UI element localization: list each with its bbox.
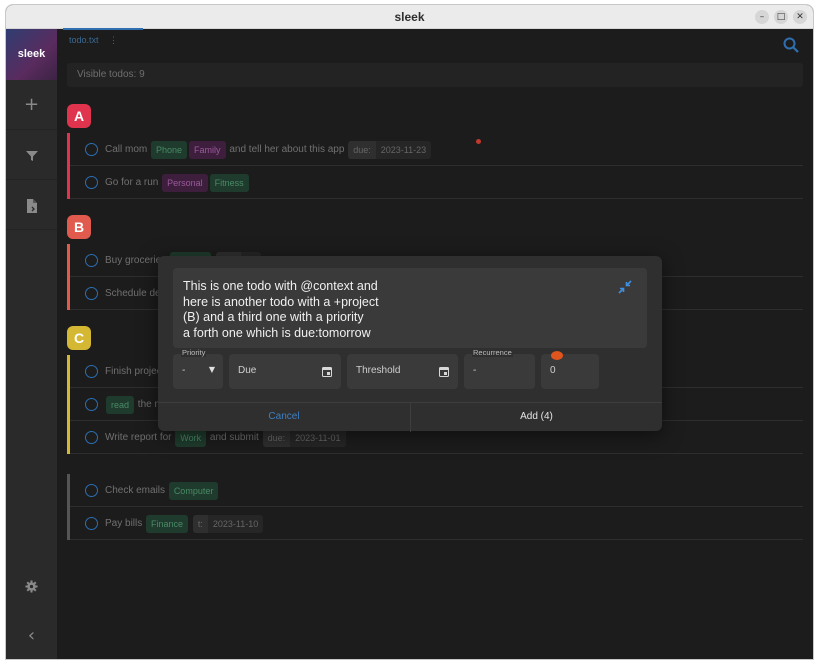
todo-row[interactable]: Call mom Phone Family and tell her about … bbox=[67, 133, 803, 166]
complete-checkbox[interactable] bbox=[85, 287, 98, 300]
due-placeholder: Due bbox=[238, 365, 257, 376]
filter-icon[interactable] bbox=[6, 130, 57, 180]
sidebar: sleek + ‹ bbox=[6, 29, 57, 659]
dialog-footer: Cancel Add (4) bbox=[158, 402, 662, 432]
context-chip[interactable]: Phone bbox=[151, 141, 188, 159]
context-chip[interactable]: Computer bbox=[168, 482, 219, 500]
priority-stripe bbox=[67, 507, 70, 540]
threshold-value-chip[interactable]: 2023-11-10 bbox=[207, 515, 264, 533]
threshold-date-field[interactable]: Threshold bbox=[347, 354, 458, 389]
priority-label: Priority bbox=[181, 348, 207, 357]
add-button[interactable]: Add (4) bbox=[410, 403, 662, 432]
todo-textarea[interactable]: This is one todo with @context and here … bbox=[173, 268, 647, 348]
collapse-icon[interactable] bbox=[617, 279, 633, 295]
todo-content[interactable]: Call mom Phone Family and tell her about … bbox=[105, 141, 432, 159]
threshold-placeholder: Threshold bbox=[356, 365, 401, 376]
maximize-button[interactable]: □ bbox=[774, 10, 788, 24]
priority-badge-a[interactable]: A bbox=[67, 104, 91, 128]
todo-text: Write report for bbox=[105, 432, 172, 443]
title-bar: sleek – □ ✕ bbox=[6, 5, 813, 29]
priority-stripe bbox=[67, 421, 70, 454]
add-todo-dialog: This is one todo with @context and here … bbox=[158, 256, 662, 432]
due-value-chip[interactable]: 2023-11-23 bbox=[375, 141, 432, 159]
file-icon[interactable] bbox=[6, 180, 57, 230]
todo-text: Finish project bbox=[105, 366, 165, 377]
todo-row[interactable]: Check emails Computer bbox=[67, 474, 803, 507]
todo-row[interactable]: Pay bills Finance t: 2023-11-10 bbox=[67, 507, 803, 540]
textarea-line: (B) and a third one with a priority bbox=[183, 310, 364, 324]
complete-checkbox[interactable] bbox=[85, 365, 98, 378]
priority-stripe bbox=[67, 277, 70, 310]
todo-text: Call mom bbox=[105, 144, 148, 155]
complete-checkbox[interactable] bbox=[85, 254, 98, 267]
textarea-line: This is one todo with @context and bbox=[183, 279, 378, 293]
brand-logo[interactable]: sleek bbox=[6, 29, 57, 80]
todo-text-after: and submit bbox=[209, 432, 259, 443]
priority-stripe bbox=[67, 166, 70, 199]
context-chip[interactable]: Fitness bbox=[209, 174, 249, 192]
priority-stripe bbox=[67, 244, 70, 277]
complete-checkbox[interactable] bbox=[85, 176, 98, 189]
todo-row[interactable]: Go for a run Personal Fitness bbox=[67, 166, 803, 199]
cancel-button[interactable]: Cancel bbox=[158, 403, 410, 432]
recurrence-label: Recurrence bbox=[472, 348, 513, 357]
notification-dot bbox=[476, 139, 481, 144]
tomato-icon bbox=[551, 351, 563, 360]
tab-menu-icon[interactable]: ⋮ bbox=[109, 35, 118, 45]
window-title: sleek bbox=[394, 10, 425, 24]
calendar-icon[interactable] bbox=[322, 366, 332, 377]
priority-stripe bbox=[67, 133, 70, 166]
close-button[interactable]: ✕ bbox=[793, 10, 807, 24]
todo-text: Go for a run bbox=[105, 177, 159, 188]
todo-text: Check emails bbox=[105, 485, 166, 496]
todo-content[interactable]: Check emails Computer bbox=[105, 482, 219, 500]
context-chip[interactable]: read bbox=[106, 396, 135, 414]
todo-content[interactable]: Go for a run Personal Fitness bbox=[105, 174, 250, 192]
todo-content[interactable]: Pay bills Finance t: 2023-11-10 bbox=[105, 515, 264, 533]
tab-todo-txt[interactable]: todo.txt ⋮ bbox=[63, 28, 143, 46]
complete-checkbox[interactable] bbox=[85, 143, 98, 156]
priority-stripe bbox=[67, 355, 70, 388]
pomodoro-field[interactable]: 0 bbox=[541, 354, 599, 389]
priority-value: - bbox=[182, 365, 186, 376]
complete-checkbox[interactable] bbox=[85, 517, 98, 530]
chevron-left-icon[interactable]: ‹ bbox=[6, 611, 57, 659]
textarea-line: here is another todo with a +project bbox=[183, 294, 379, 309]
project-chip[interactable]: Personal bbox=[162, 174, 208, 192]
minimize-button[interactable]: – bbox=[755, 10, 769, 24]
recurrence-value: - bbox=[473, 365, 477, 376]
todo-content[interactable]: Finish project bbox=[105, 363, 164, 381]
todo-text: Buy groceries bbox=[105, 255, 167, 266]
todo-text-after: and tell her about this app bbox=[229, 144, 345, 155]
calendar-icon[interactable] bbox=[439, 366, 449, 377]
pomodoro-value: 0 bbox=[550, 365, 556, 376]
project-chip[interactable]: Family bbox=[189, 141, 226, 159]
dropdown-caret-icon: ▼ bbox=[208, 365, 215, 374]
priority-badge-c[interactable]: C bbox=[67, 326, 91, 350]
tab-label: todo.txt bbox=[69, 35, 99, 45]
textarea-line: a forth one which is due:tomorrow bbox=[183, 325, 371, 340]
due-key-chip[interactable]: due: bbox=[348, 141, 376, 159]
search-icon[interactable] bbox=[783, 37, 799, 53]
complete-checkbox[interactable] bbox=[85, 484, 98, 497]
todo-text: Pay bills bbox=[105, 518, 143, 529]
context-chip[interactable]: Finance bbox=[146, 515, 189, 533]
gear-icon[interactable] bbox=[6, 561, 57, 611]
priority-select[interactable]: Priority - ▼ bbox=[173, 348, 223, 389]
priority-stripe bbox=[67, 474, 70, 507]
complete-checkbox[interactable] bbox=[85, 398, 98, 411]
due-date-field[interactable]: Due bbox=[229, 354, 341, 389]
recurrence-field[interactable]: Recurrence - bbox=[464, 348, 535, 389]
complete-checkbox[interactable] bbox=[85, 431, 98, 444]
priority-stripe bbox=[67, 388, 70, 421]
threshold-key-chip[interactable]: t: bbox=[192, 515, 208, 533]
visible-todos-bar: Visible todos: 9 bbox=[67, 63, 803, 87]
plus-icon[interactable]: + bbox=[6, 80, 57, 130]
priority-badge-b[interactable]: B bbox=[67, 215, 91, 239]
tab-underline bbox=[63, 28, 143, 30]
